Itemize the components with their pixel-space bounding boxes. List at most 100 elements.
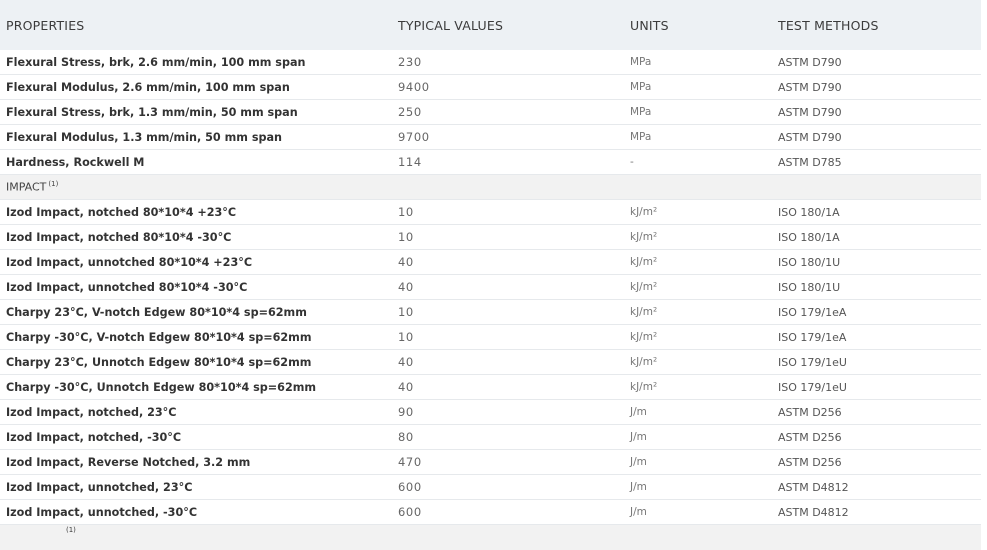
method-cell: ISO 179/1eA: [778, 305, 847, 319]
unit-cell: -: [630, 156, 634, 168]
value-cell: 40: [398, 280, 414, 294]
method-cell: ASTM D4812: [778, 480, 849, 494]
table-row: Izod Impact, unnotched 80*10*4 +23°C 40 kJ…: [0, 250, 981, 275]
method-cell: ASTM D256: [778, 455, 842, 469]
property-cell: Izod Impact, Reverse Notched, 3.2 mm: [6, 455, 251, 469]
method-cell: ISO 179/1eA: [778, 330, 847, 344]
unit-cell: J/m: [630, 506, 647, 518]
value-cell: 80: [398, 430, 414, 444]
unit-cell: MPa: [630, 56, 652, 68]
unit-cell: J/m: [630, 431, 647, 443]
property-cell: Charpy 23°C, V-notch Edgew 80*10*4 sp=62…: [6, 305, 307, 319]
method-cell: ASTM D790: [778, 55, 842, 69]
property-cell: Flexural Stress, brk, 2.6 mm/min, 100 mm…: [6, 55, 306, 69]
property-cell: Izod Impact, unnotched 80*10*4 +23°C: [6, 255, 253, 269]
value-cell: 470: [398, 455, 422, 469]
table-body-impact: Izod Impact, notched 80*10*4 +23°C 10 kJ/m…: [0, 200, 981, 525]
section-label: IMPACT (1): [6, 180, 58, 194]
table-row: Izod Impact, notched, -30°C 80 J/m ASTM D25…: [0, 425, 981, 450]
header-typical-values: TYPICAL VALUES: [398, 17, 504, 33]
table-row: Flexural Modulus, 2.6 mm/min, 100 mm spa…: [0, 75, 981, 100]
value-cell: 40: [398, 255, 414, 269]
partial-section-row: (1): [0, 525, 981, 550]
unit-cell: J/m: [630, 481, 647, 493]
value-cell: 600: [398, 505, 422, 519]
method-cell: ISO 180/1U: [778, 255, 841, 269]
property-cell: Flexural Modulus, 1.3 mm/min, 50 mm span: [6, 130, 283, 144]
unit-cell: MPa: [630, 131, 652, 143]
method-cell: ASTM D790: [778, 80, 842, 94]
table-row: Hardness, Rockwell M 114 - ASTM D785: [0, 150, 981, 175]
section-footnote: (1): [48, 180, 59, 189]
method-cell: ISO 180/1U: [778, 280, 841, 294]
table-row: Flexural Modulus, 1.3 mm/min, 50 mm span…: [0, 125, 981, 150]
table-header-row: PROPERTIES TYPICAL VALUES UNITS TEST MET…: [0, 0, 981, 50]
value-cell: 40: [398, 380, 414, 394]
property-cell: Izod Impact, notched 80*10*4 +23°C: [6, 205, 237, 219]
unit-cell: kJ/m²: [630, 356, 658, 368]
table-row: Izod Impact, notched, 23°C 90 J/m ASTM D256: [0, 400, 981, 425]
table-row: Charpy -30°C, Unnotch Edgew 80*10*4 sp=6…: [0, 375, 981, 400]
property-cell: Izod Impact, notched 80*10*4 -30°C: [6, 230, 232, 244]
property-cell: Izod Impact, unnotched 80*10*4 -30°C: [6, 280, 248, 294]
value-cell: 600: [398, 480, 422, 494]
method-cell: ASTM D790: [778, 105, 842, 119]
value-cell: 10: [398, 230, 414, 244]
unit-cell: kJ/m²: [630, 331, 658, 343]
property-cell: Charpy -30°C, Unnotch Edgew 80*10*4 sp=6…: [6, 380, 317, 394]
method-cell: ISO 179/1eU: [778, 355, 847, 369]
method-cell: ASTM D790: [778, 130, 842, 144]
property-cell: Izod Impact, unnotched, -30°C: [6, 505, 198, 519]
unit-cell: kJ/m²: [630, 206, 658, 218]
section-title: IMPACT: [6, 180, 47, 194]
value-cell: 10: [398, 305, 414, 319]
partial-footnote: (1): [66, 526, 76, 534]
property-cell: Flexural Stress, brk, 1.3 mm/min, 50 mm …: [6, 105, 298, 119]
value-cell: 9400: [398, 80, 430, 94]
unit-cell: kJ/m²: [630, 256, 658, 268]
property-cell: Izod Impact, notched, -30°C: [6, 430, 182, 444]
property-cell: Hardness, Rockwell M: [6, 155, 145, 169]
value-cell: 10: [398, 205, 414, 219]
property-cell: Charpy -30°C, V-notch Edgew 80*10*4 sp=6…: [6, 330, 312, 344]
table-row: Izod Impact, Reverse Notched, 3.2 mm 470 J…: [0, 450, 981, 475]
value-cell: 90: [398, 405, 414, 419]
unit-cell: J/m: [630, 406, 647, 418]
value-cell: 40: [398, 355, 414, 369]
header-units: UNITS: [630, 17, 669, 33]
unit-cell: kJ/m²: [630, 381, 658, 393]
value-cell: 9700: [398, 130, 430, 144]
table-row: Izod Impact, unnotched 80*10*4 -30°C 40 kJ…: [0, 275, 981, 300]
value-cell: 10: [398, 330, 414, 344]
method-cell: ASTM D256: [778, 405, 842, 419]
method-cell: ASTM D4812: [778, 505, 849, 519]
table-row: Flexural Stress, brk, 1.3 mm/min, 50 mm …: [0, 100, 981, 125]
property-cell: Izod Impact, unnotched, 23°C: [6, 480, 193, 494]
method-cell: ASTM D256: [778, 430, 842, 444]
section-row-impact: IMPACT (1): [0, 175, 981, 200]
property-cell: Izod Impact, notched, 23°C: [6, 405, 177, 419]
unit-cell: J/m: [630, 456, 647, 468]
header-properties: PROPERTIES: [6, 17, 85, 33]
property-cell: Flexural Modulus, 2.6 mm/min, 100 mm spa…: [6, 80, 290, 94]
method-cell: ISO 180/1A: [778, 205, 840, 219]
table-row: Flexural Stress, brk, 2.6 mm/min, 100 mm…: [0, 50, 981, 75]
table-row: Charpy 23°C, V-notch Edgew 80*10*4 sp=62…: [0, 300, 981, 325]
properties-table: PROPERTIES TYPICAL VALUES UNITS TEST MET…: [0, 0, 981, 550]
method-cell: ISO 179/1eU: [778, 380, 847, 394]
unit-cell: kJ/m²: [630, 231, 658, 243]
unit-cell: MPa: [630, 81, 652, 93]
table-row: Charpy 23°C, Unnotch Edgew 80*10*4 sp=62…: [0, 350, 981, 375]
unit-cell: kJ/m²: [630, 281, 658, 293]
table-row: Izod Impact, unnotched, -30°C 600 J/m ASTM …: [0, 500, 981, 525]
value-cell: 114: [398, 155, 422, 169]
header-test-methods: TEST METHODS: [778, 17, 879, 33]
table-row: Izod Impact, unnotched, 23°C 600 J/m ASTM D…: [0, 475, 981, 500]
method-cell: ASTM D785: [778, 155, 842, 169]
value-cell: 250: [398, 105, 422, 119]
unit-cell: MPa: [630, 106, 652, 118]
method-cell: ISO 180/1A: [778, 230, 840, 244]
value-cell: 230: [398, 55, 422, 69]
table-row: Izod Impact, notched 80*10*4 -30°C 10 kJ/m…: [0, 225, 981, 250]
table-body-top: Flexural Stress, brk, 2.6 mm/min, 100 mm…: [0, 50, 981, 175]
